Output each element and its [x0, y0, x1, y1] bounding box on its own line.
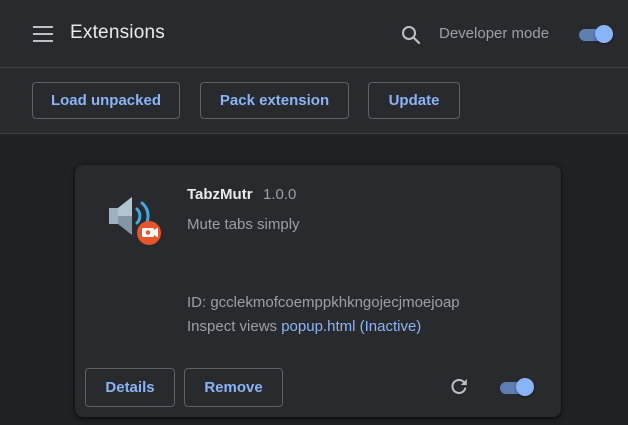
developer-toolbar: Load unpacked Pack extension Update	[0, 68, 628, 134]
toggle-thumb	[595, 25, 613, 43]
header-bar: Extensions Developer mode	[0, 0, 628, 68]
pack-extension-button[interactable]: Pack extension	[200, 82, 349, 119]
page-title: Extensions	[70, 22, 165, 43]
hamburger-menu-icon[interactable]	[33, 26, 53, 42]
extension-enable-toggle[interactable]	[498, 376, 536, 398]
update-button[interactable]: Update	[368, 82, 460, 119]
load-unpacked-button[interactable]: Load unpacked	[32, 82, 180, 119]
extension-card: TabzMutr 1.0.0 Mute tabs simply ID: gccl…	[75, 165, 561, 417]
speaker-with-record-badge-icon	[109, 197, 161, 245]
details-button[interactable]: Details	[85, 368, 175, 407]
inspect-views-row: Inspect views popup.html (Inactive)	[187, 318, 421, 335]
extension-description: Mute tabs simply	[187, 216, 300, 233]
developer-mode-toggle[interactable]	[577, 23, 615, 45]
search-icon[interactable]	[400, 24, 422, 46]
inspect-popup-link[interactable]: popup.html (Inactive)	[281, 318, 421, 335]
remove-button[interactable]: Remove	[184, 368, 283, 407]
extension-version: 1.0.0	[263, 186, 297, 203]
extension-name: TabzMutr	[187, 186, 253, 203]
developer-mode-label: Developer mode	[439, 25, 550, 42]
extension-id: ID: gcclekmofcoemppkhkngojecjmoejoap	[187, 294, 460, 311]
inspect-views-label: Inspect views	[187, 318, 278, 335]
toggle-thumb	[516, 378, 534, 396]
reload-icon[interactable]	[449, 376, 469, 396]
